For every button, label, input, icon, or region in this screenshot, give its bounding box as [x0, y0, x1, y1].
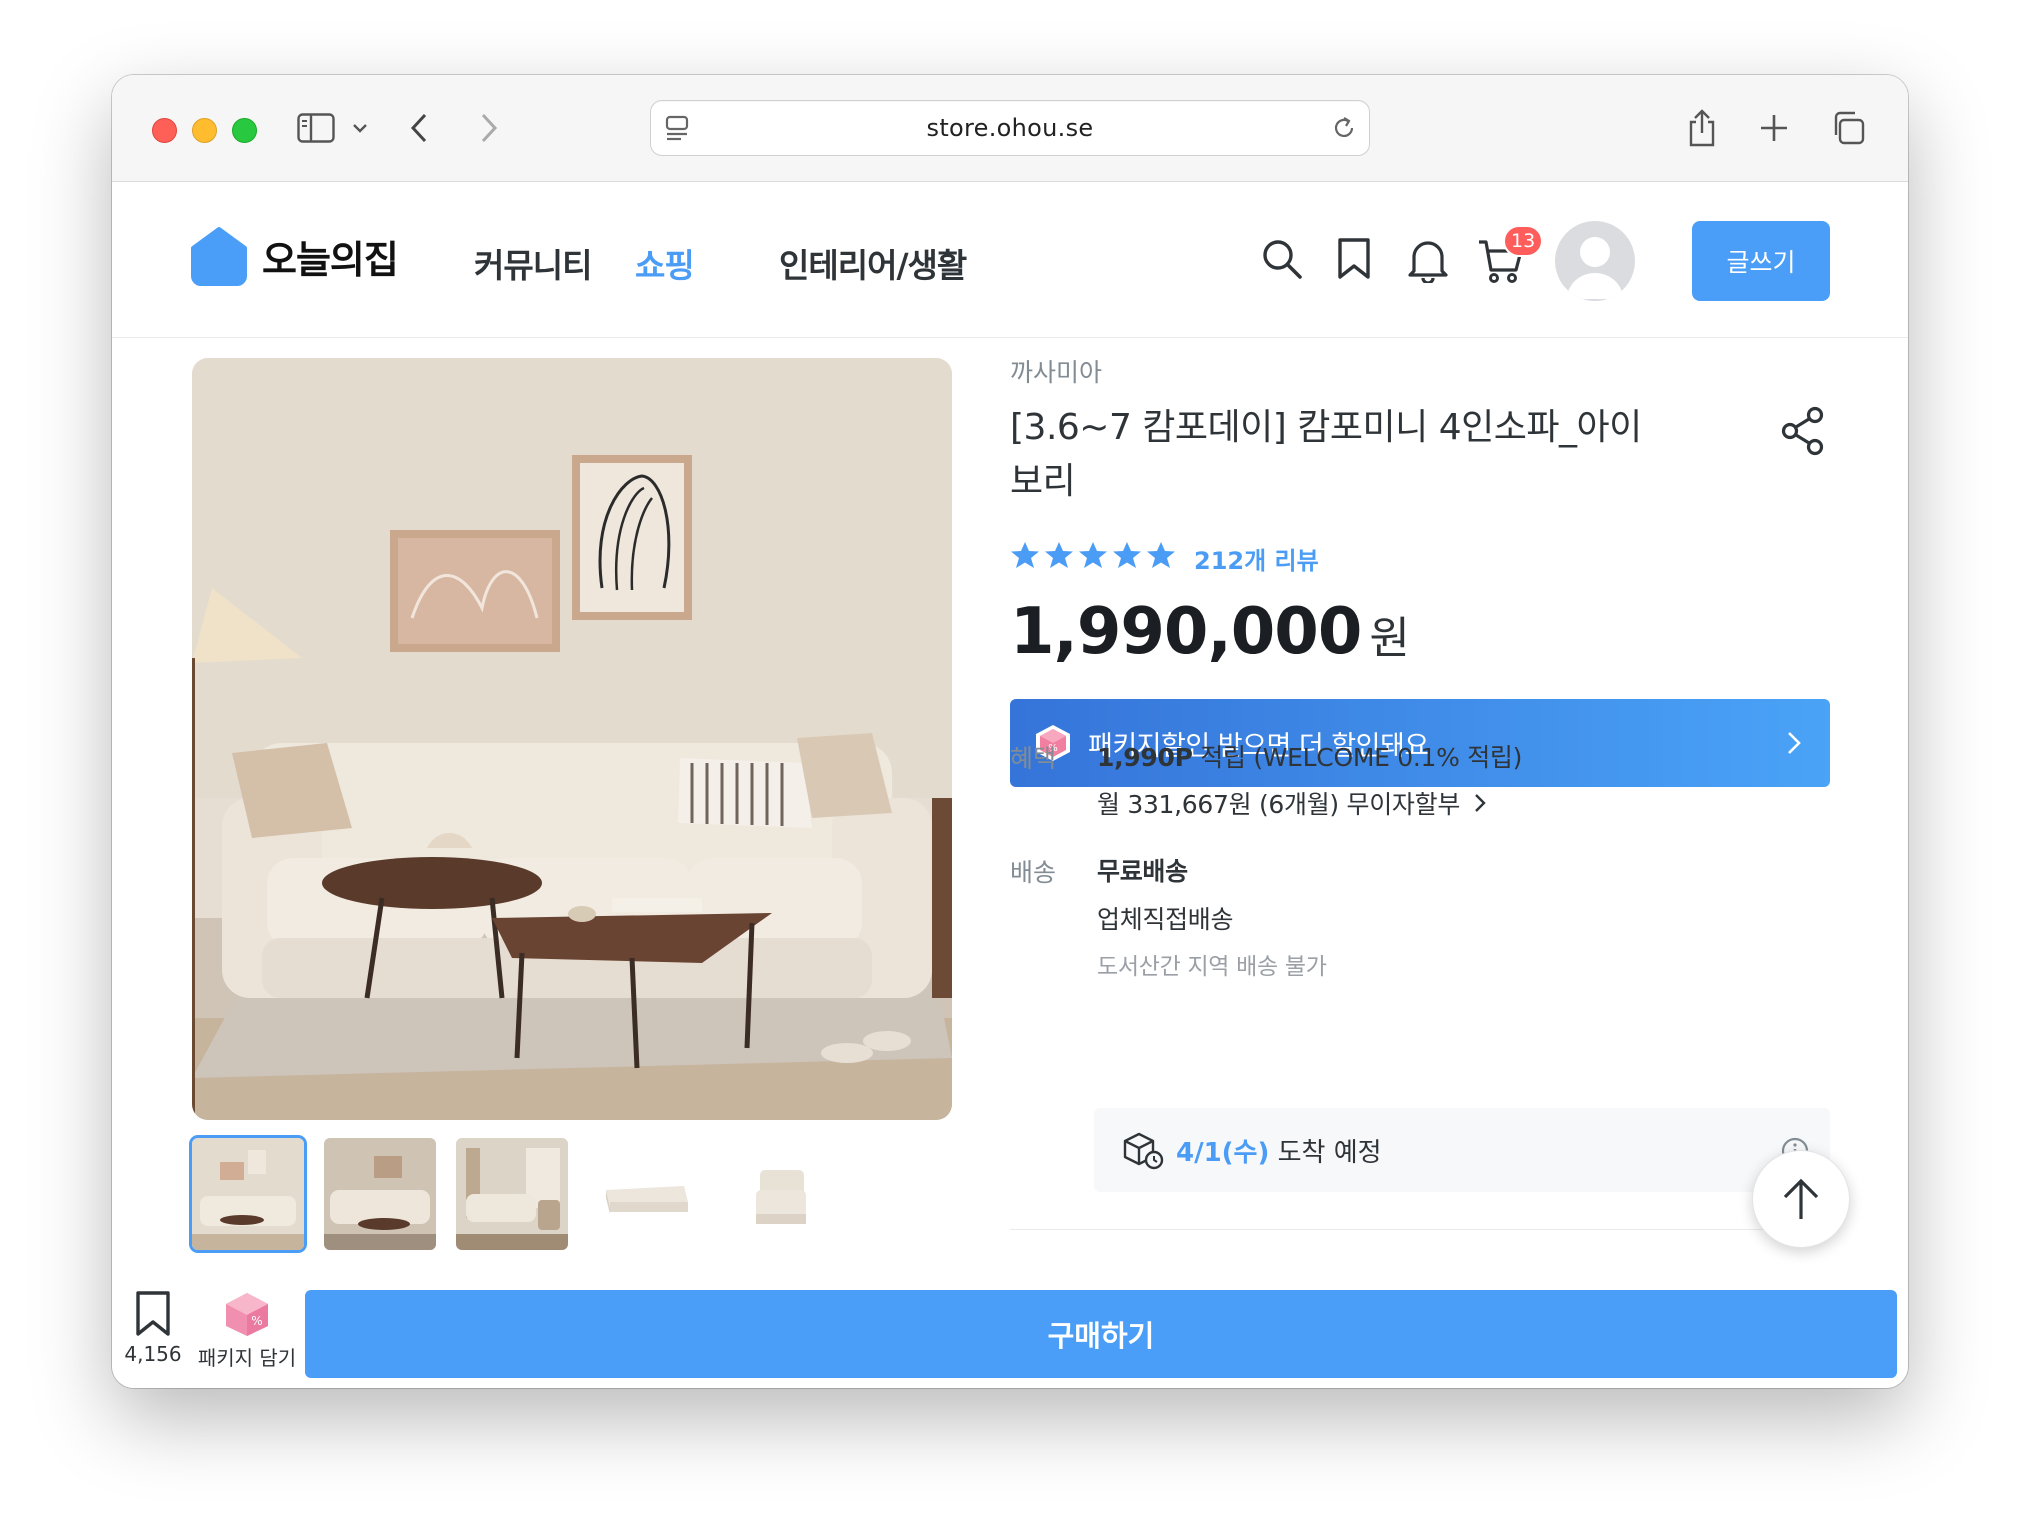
bookmark-product-button[interactable]: 4,156 [122, 1290, 184, 1366]
close-window-button[interactable] [152, 118, 177, 143]
star-icon [1045, 542, 1073, 568]
installment-link[interactable]: 월 331,667원 (6개월) 무이자할부 [1097, 785, 1486, 821]
star-icon [1079, 542, 1107, 568]
zoom-window-button[interactable] [232, 118, 257, 143]
forward-button[interactable] [472, 105, 506, 151]
thumbnail-4[interactable] [588, 1138, 700, 1250]
section-divider [1010, 1229, 1830, 1230]
sidebar-icon [297, 113, 335, 143]
bookmark-count: 4,156 [124, 1342, 182, 1366]
chevron-left-icon [410, 113, 427, 143]
arrival-text: 4/1(수) 도착 예정 [1176, 1132, 1382, 1169]
thumbnail-5[interactable] [720, 1138, 832, 1250]
shipping-type: 무료배송 [1097, 857, 1188, 886]
ohouse-logo[interactable]: 오늘의집 [190, 226, 399, 286]
arrival-estimate-box: 4/1(수) 도착 예정 [1094, 1108, 1830, 1192]
thumbnail-3[interactable] [456, 1138, 568, 1250]
thumbnail-image [192, 1138, 304, 1250]
logo-text: 오늘의집 [262, 237, 399, 282]
thumbnail-image [456, 1138, 568, 1250]
bookmark-icon[interactable] [1334, 237, 1374, 281]
chevron-right-icon [1788, 732, 1801, 754]
bell-icon[interactable] [1406, 237, 1450, 283]
svg-text:%: % [251, 1314, 262, 1328]
cart-count-badge: 13 [1503, 225, 1544, 257]
price-value: 1,990,000 [1010, 595, 1362, 669]
thumbnail-2[interactable] [324, 1138, 436, 1250]
review-count-link[interactable]: 212개 리뷰 [1194, 541, 1319, 576]
shipping-note: 도서산간 지역 배송 불가 [1097, 954, 1327, 980]
rating-stars[interactable] [1010, 540, 1180, 570]
reload-icon[interactable] [1331, 115, 1357, 141]
back-button[interactable] [402, 105, 436, 151]
chevron-right-icon [1475, 794, 1486, 812]
share-page-button[interactable] [1682, 105, 1722, 151]
arrival-suffix: 도착 예정 [1277, 1138, 1382, 1168]
thumbnail-1[interactable] [192, 1138, 304, 1250]
scroll-to-top-button[interactable] [1752, 1150, 1850, 1248]
tabs-icon [1834, 111, 1865, 145]
points-line: 1,990P 적립 (WELCOME 0.1% 적립) [1097, 738, 1522, 774]
benefit-label: 혜택 [1010, 744, 1057, 773]
package-box-icon: % [226, 1293, 268, 1336]
price-unit: 원 [1369, 613, 1410, 664]
arrow-up-icon [1783, 1178, 1819, 1219]
arrival-date: 4/1(수) [1176, 1138, 1270, 1168]
browser-toolbar: store.ohou.se [112, 75, 1908, 182]
bookmark-icon [136, 1291, 170, 1336]
installment-text: 월 331,667원 (6개월) 무이자할부 [1097, 790, 1461, 819]
shipping-label: 배송 [1010, 858, 1057, 887]
nav-shopping[interactable]: 쇼핑 [635, 239, 695, 287]
minimize-window-button[interactable] [192, 118, 217, 143]
package-label: 패키지 담기 [197, 1346, 297, 1370]
search-icon[interactable] [1260, 237, 1304, 281]
site-header: 오늘의집 커뮤니티 쇼핑 인테리어/생활 13 글쓰기 [112, 181, 1908, 338]
product-main-image[interactable] [192, 358, 952, 1120]
star-icon [1011, 542, 1039, 568]
chevron-down-icon [353, 124, 367, 133]
sofa-photo [192, 358, 952, 1120]
add-to-package-button[interactable]: % 패키지 담기 [192, 1290, 302, 1371]
nav-interior-life[interactable]: 인테리어/생활 [779, 239, 967, 287]
thumbnail-image [324, 1138, 436, 1250]
write-button[interactable]: 글쓰기 [1692, 221, 1830, 301]
star-icon [1113, 542, 1141, 568]
share-product-icon[interactable] [1780, 406, 1826, 456]
brand-name[interactable]: 까사미아 [1010, 353, 1102, 389]
product-title: [3.6~7 캄포데이] 캄포미니 4인소파_아이보리 [1010, 407, 1642, 502]
buy-button[interactable]: 구매하기 [305, 1290, 1897, 1378]
points-suffix: 적립 (WELCOME 0.1% 적립) [1200, 743, 1523, 772]
tab-group-dropdown[interactable] [348, 105, 372, 151]
share-icon [1689, 109, 1715, 147]
browser-window: store.ohou.se 오늘의집 커뮤니티 쇼핑 인테리어/생활 13 글쓰… [112, 75, 1908, 1388]
chevron-right-icon [481, 113, 498, 143]
plus-icon [1761, 115, 1787, 141]
delivery-box-icon [1123, 1132, 1164, 1170]
user-avatar[interactable] [1555, 221, 1635, 301]
thumbnail-image [588, 1138, 700, 1250]
points-value: 1,990P [1097, 743, 1193, 772]
house-logo-icon [191, 227, 247, 286]
tab-overview-button[interactable] [1828, 105, 1868, 151]
purchase-bar: 4,156 % 패키지 담기 구매하기 [112, 1282, 1908, 1388]
address-bar[interactable]: store.ohou.se [650, 100, 1370, 156]
sidebar-toggle-button[interactable] [294, 105, 338, 151]
user-silhouette-icon [1567, 237, 1623, 299]
nav-community[interactable]: 커뮤니티 [474, 239, 592, 287]
shipping-method: 업체직접배송 [1097, 905, 1234, 934]
url-text: store.ohou.se [926, 114, 1094, 142]
new-tab-button[interactable] [1754, 105, 1794, 151]
star-icon [1147, 542, 1175, 568]
thumbnail-image [720, 1138, 832, 1250]
price: 1,990,000 원 [1010, 595, 1410, 669]
